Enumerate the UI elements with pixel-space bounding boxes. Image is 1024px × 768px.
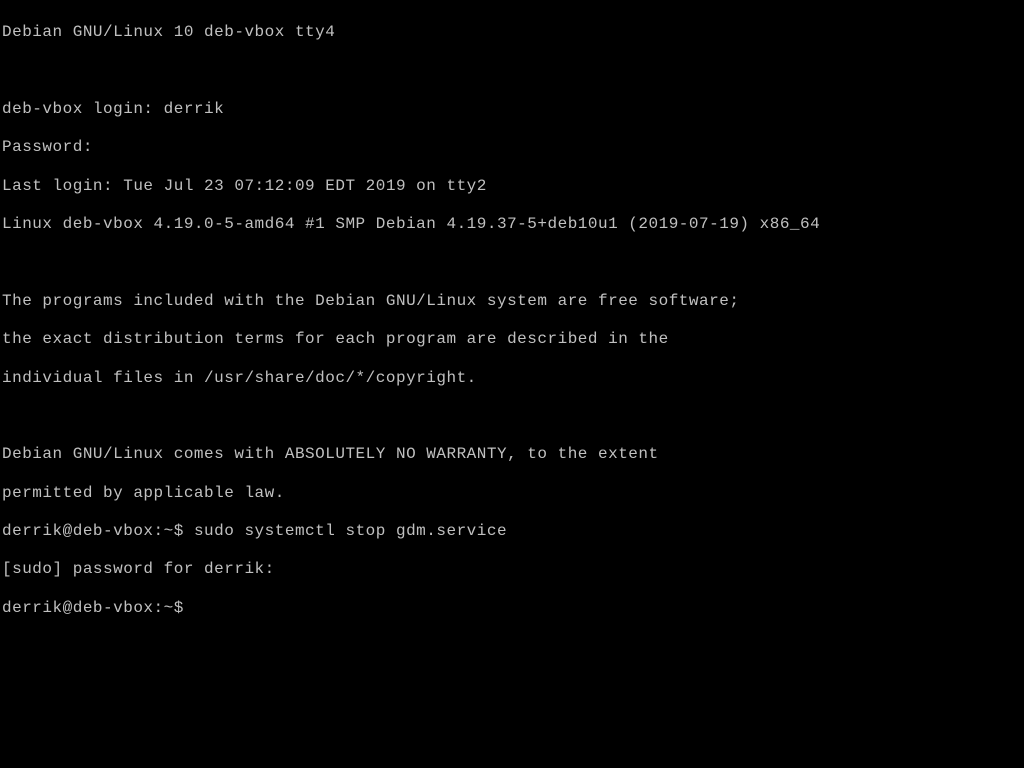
terminal-output[interactable]: Debian GNU/Linux 10 deb-vbox tty4 deb-vb… (2, 4, 1022, 637)
shell-prompt: derrik@deb-vbox:~$ (2, 599, 194, 617)
motd-line-5: permitted by applicable law. (2, 484, 1022, 503)
command-line-1: derrik@deb-vbox:~$ sudo systemctl stop g… (2, 522, 1022, 541)
command-text: sudo systemctl stop gdm.service (194, 522, 507, 540)
motd-line-3: individual files in /usr/share/doc/*/cop… (2, 369, 1022, 388)
login-prompt: deb-vbox login: (2, 100, 164, 118)
shell-prompt: derrik@deb-vbox:~$ (2, 522, 194, 540)
motd-line-1: The programs included with the Debian GN… (2, 292, 1022, 311)
password-line: Password: (2, 138, 1022, 157)
sudo-prompt-line: [sudo] password for derrik: (2, 560, 1022, 579)
blank-line (2, 253, 1022, 272)
login-username: derrik (164, 100, 225, 118)
motd-line-2: the exact distribution terms for each pr… (2, 330, 1022, 349)
motd-line-4: Debian GNU/Linux comes with ABSOLUTELY N… (2, 445, 1022, 464)
blank-line (2, 407, 1022, 426)
banner-line: Debian GNU/Linux 10 deb-vbox tty4 (2, 23, 1022, 42)
current-prompt-line[interactable]: derrik@deb-vbox:~$ (2, 599, 1022, 618)
last-login-line: Last login: Tue Jul 23 07:12:09 EDT 2019… (2, 177, 1022, 196)
login-line: deb-vbox login: derrik (2, 100, 1022, 119)
kernel-info-line: Linux deb-vbox 4.19.0-5-amd64 #1 SMP Deb… (2, 215, 1022, 234)
blank-line (2, 62, 1022, 81)
